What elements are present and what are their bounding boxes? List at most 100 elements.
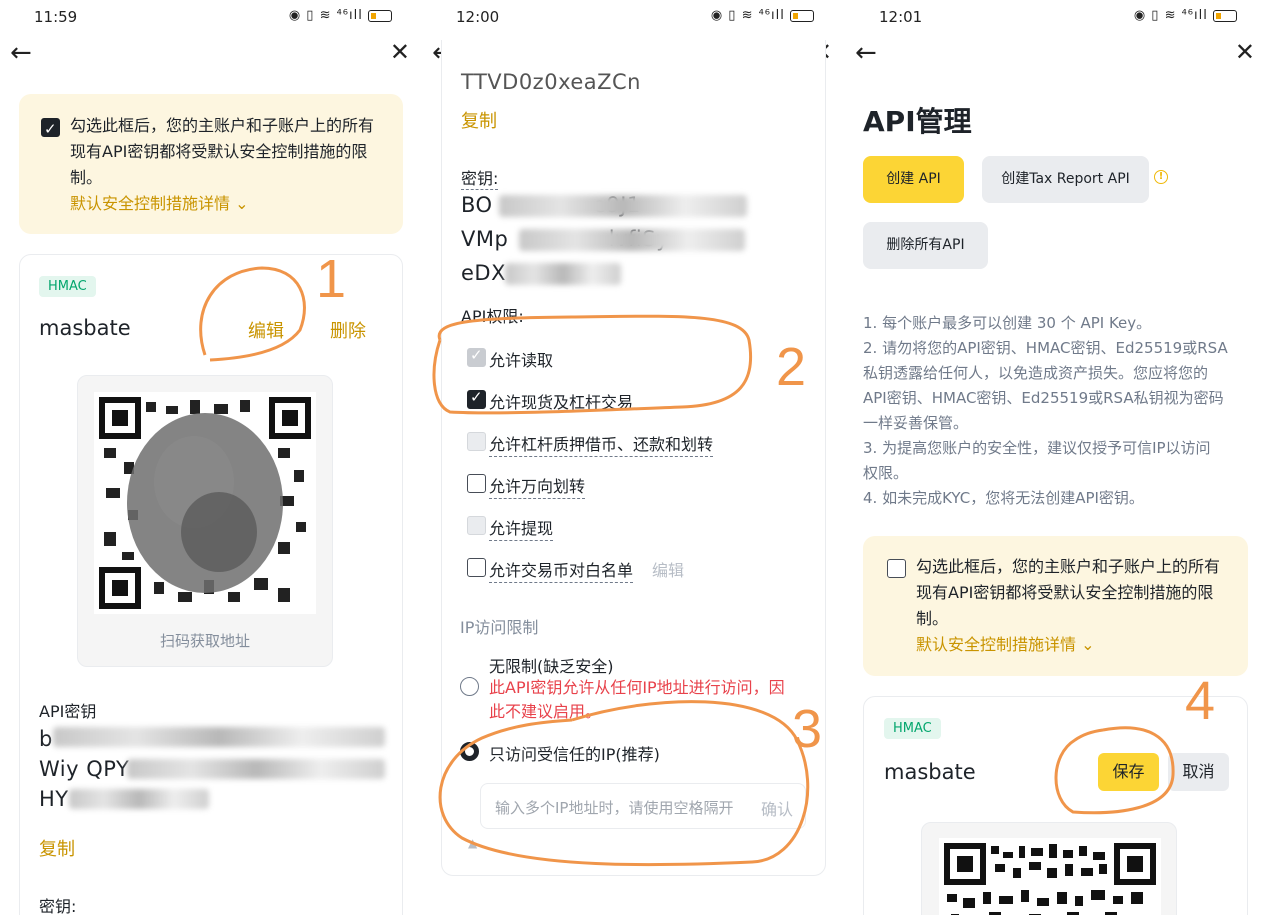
status-icons: ◉ ▯ ≋ ⁴⁶ıll [711, 8, 814, 23]
screen-panel-3: 12:01 ◉ ▯ ≋ ⁴⁶ıll ← ✕ API管理 创建 API 创建Tax… [845, 0, 1267, 915]
permission-label: 允许交易币对白名单 [489, 557, 634, 583]
ip-unrestricted-warning: 此API密钥允许从任何IP地址进行访问，因 此不建议启用。 [489, 676, 785, 724]
api-permissions-label: API权限: [461, 307, 524, 326]
nav-bar: ← ✕ [0, 34, 422, 76]
api-key-line: HY [39, 787, 69, 811]
permission-label: 允许万向划转 [489, 473, 586, 499]
battery-icon [368, 9, 392, 22]
delete-button[interactable]: 删除 [330, 317, 366, 343]
default-security-checkbox[interactable] [887, 559, 906, 578]
status-time: 11:59 [34, 8, 78, 26]
note-line: 权限。 [863, 464, 909, 482]
api-key-card: HMAC masbate 编辑 删除 扫码获取地址 API密钥 b Wiy QP… [19, 254, 403, 915]
status-bar: 12:00 ◉ ▯ ≋ ⁴⁶ıll [422, 0, 844, 34]
secret-line: eDX [461, 261, 506, 285]
copy-button[interactable]: 复制 [461, 107, 497, 133]
create-tax-report-api-button[interactable]: 创建Tax Report API [982, 156, 1149, 203]
warning-line: 此API密钥允许从任何IP地址进行访问，因 [489, 678, 785, 697]
qr-code-box [921, 822, 1177, 915]
api-key-label: API密钥 [39, 702, 97, 721]
api-key-tail-text: TTVD0z0xeaZCn [461, 70, 641, 94]
annotation-number-3: 3 [792, 699, 823, 759]
default-security-checkbox[interactable] [41, 116, 60, 142]
whitelist-edit-link[interactable]: 编辑 [652, 557, 684, 581]
ip-input-field[interactable]: 输入多个IP地址时，请使用空格隔开 确认 [480, 783, 806, 829]
back-arrow-icon[interactable]: ← [10, 38, 32, 68]
warning-line: 此不建议启用。 [489, 702, 602, 721]
edit-button[interactable]: 编辑 [248, 317, 284, 343]
status-icons: ◉ ▯ ≋ ⁴⁶ıll [1134, 8, 1237, 23]
note-line: 3. 为提高您账户的安全性，建议仅授予可信IP以访问 [863, 439, 1211, 457]
secret-key-value-masked: BO e9J1 VMp lvfiSy eDX [461, 189, 811, 289]
battery-icon [1213, 9, 1237, 22]
qr-code-image [939, 838, 1161, 915]
api-notes: 1. 每个账户最多可以创建 30 个 API Key。 2. 请勿将您的API密… [863, 311, 1253, 511]
warning-line: 现有API密钥都将受默认安全控制措施的限 [916, 583, 1214, 602]
note-line: 一样妥善保管。 [863, 414, 969, 432]
screen-panel-1: 11:59 ◉ ▯ ≋ ⁴⁶ıll ← ✕ 勾选此框后，您的主账户和子账户上的所… [0, 0, 422, 915]
save-button[interactable]: 保存 [1098, 753, 1159, 791]
permission-checkbox[interactable] [467, 388, 486, 409]
delete-all-api-button[interactable]: 删除所有API [863, 222, 988, 269]
close-icon[interactable]: ✕ [1235, 38, 1255, 66]
api-key-name: masbate [884, 760, 976, 784]
permission-label: 允许杠杆质押借币、还款和划转 [489, 431, 714, 457]
security-warning-box: 勾选此框后，您的主账户和子账户上的所有 现有API密钥都将受默认安全控制措施的限… [19, 94, 403, 234]
annotation-number-2: 2 [776, 337, 807, 397]
qr-caption: 扫码获取地址 [159, 632, 250, 650]
status-bar: 12:01 ◉ ▯ ≋ ⁴⁶ıll [845, 0, 1267, 34]
cancel-button[interactable]: 取消 [1168, 753, 1229, 791]
warning-line: 现有API密钥都将受默认安全控制措施的限 [70, 142, 368, 161]
redaction-blur [499, 195, 747, 217]
permission-checkbox[interactable] [467, 346, 486, 367]
close-icon[interactable]: ✕ [390, 38, 410, 66]
qr-code-box: 扫码获取地址 [77, 375, 333, 667]
create-api-button[interactable]: 创建 API [863, 156, 964, 203]
api-key-name: masbate [39, 316, 131, 340]
info-icon[interactable]: ! [1154, 170, 1168, 184]
secret-key-label: 密钥: [461, 165, 499, 190]
api-key-line: b [39, 727, 53, 751]
secret-key-label: 密钥: [39, 893, 76, 915]
permission-label: 允许现货及杠杆交易 [489, 393, 634, 412]
permission-checkbox[interactable] [467, 474, 486, 493]
status-icons: ◉ ▯ ≋ ⁴⁶ıll [289, 8, 392, 23]
redaction-blur [53, 727, 385, 747]
ip-restriction-label: IP访问限制 [460, 618, 539, 637]
status-time: 12:01 [879, 8, 923, 26]
warning-text: 勾选此框后，您的主账户和子账户上的所有 现有API密钥都将受默认安全控制措施的限… [70, 113, 390, 217]
collapse-arrow-icon[interactable]: ▲ [468, 836, 477, 850]
ip-unrestricted-radio[interactable] [460, 677, 479, 696]
copy-button[interactable]: 复制 [39, 835, 75, 861]
redaction-blur [69, 789, 209, 809]
ip-trusted-label: 只访问受信任的IP(推荐) [489, 745, 660, 764]
warning-line: 勾选此框后，您的主账户和子账户上的所有 [916, 557, 1221, 576]
battery-icon [790, 9, 814, 22]
hmac-tag: HMAC [884, 718, 941, 739]
warning-text: 勾选此框后，您的主账户和子账户上的所有 现有API密钥都将受默认安全控制措施的限… [916, 554, 1238, 658]
note-line: 4. 如未完成KYC，您将无法创建API密钥。 [863, 489, 1144, 507]
hmac-tag: HMAC [39, 276, 96, 297]
warning-line: 制。 [916, 609, 949, 628]
security-details-link[interactable]: 默认安全控制措施详情 ⌄ [916, 632, 1238, 658]
note-line: API密钥、HMAC密钥、Ed25519或RSA私钥视为密码 [863, 389, 1224, 407]
page-title: API管理 [863, 105, 972, 138]
api-key-line: Wiy QPY [39, 757, 130, 781]
qr-code-image [94, 392, 316, 614]
ip-confirm-button[interactable]: 确认 [756, 796, 793, 820]
annotation-number-1: 1 [316, 249, 347, 309]
api-key-value-masked: b Wiy QPY HY [39, 723, 389, 815]
ip-trusted-radio[interactable] [460, 742, 479, 761]
permission-label: 允许读取 [489, 351, 554, 370]
permission-checkbox[interactable] [467, 432, 486, 451]
status-time: 12:00 [456, 8, 500, 26]
ip-unrestricted-label: 无限制(缺乏安全) [489, 657, 614, 676]
security-warning-box: 勾选此框后，您的主账户和子账户上的所有 现有API密钥都将受默认安全控制措施的限… [863, 536, 1248, 676]
note-line: 私钥透露给任何人，以免造成资产损失。您应将您的 [863, 364, 1209, 382]
back-arrow-icon[interactable]: ← [855, 38, 877, 68]
redaction-blur [519, 229, 745, 251]
permission-checkbox[interactable] [467, 558, 486, 577]
security-details-link[interactable]: 默认安全控制措施详情 ⌄ [70, 191, 390, 217]
ip-input-placeholder: 输入多个IP地址时，请使用空格隔开 [495, 799, 734, 817]
permission-checkbox[interactable] [467, 516, 486, 535]
